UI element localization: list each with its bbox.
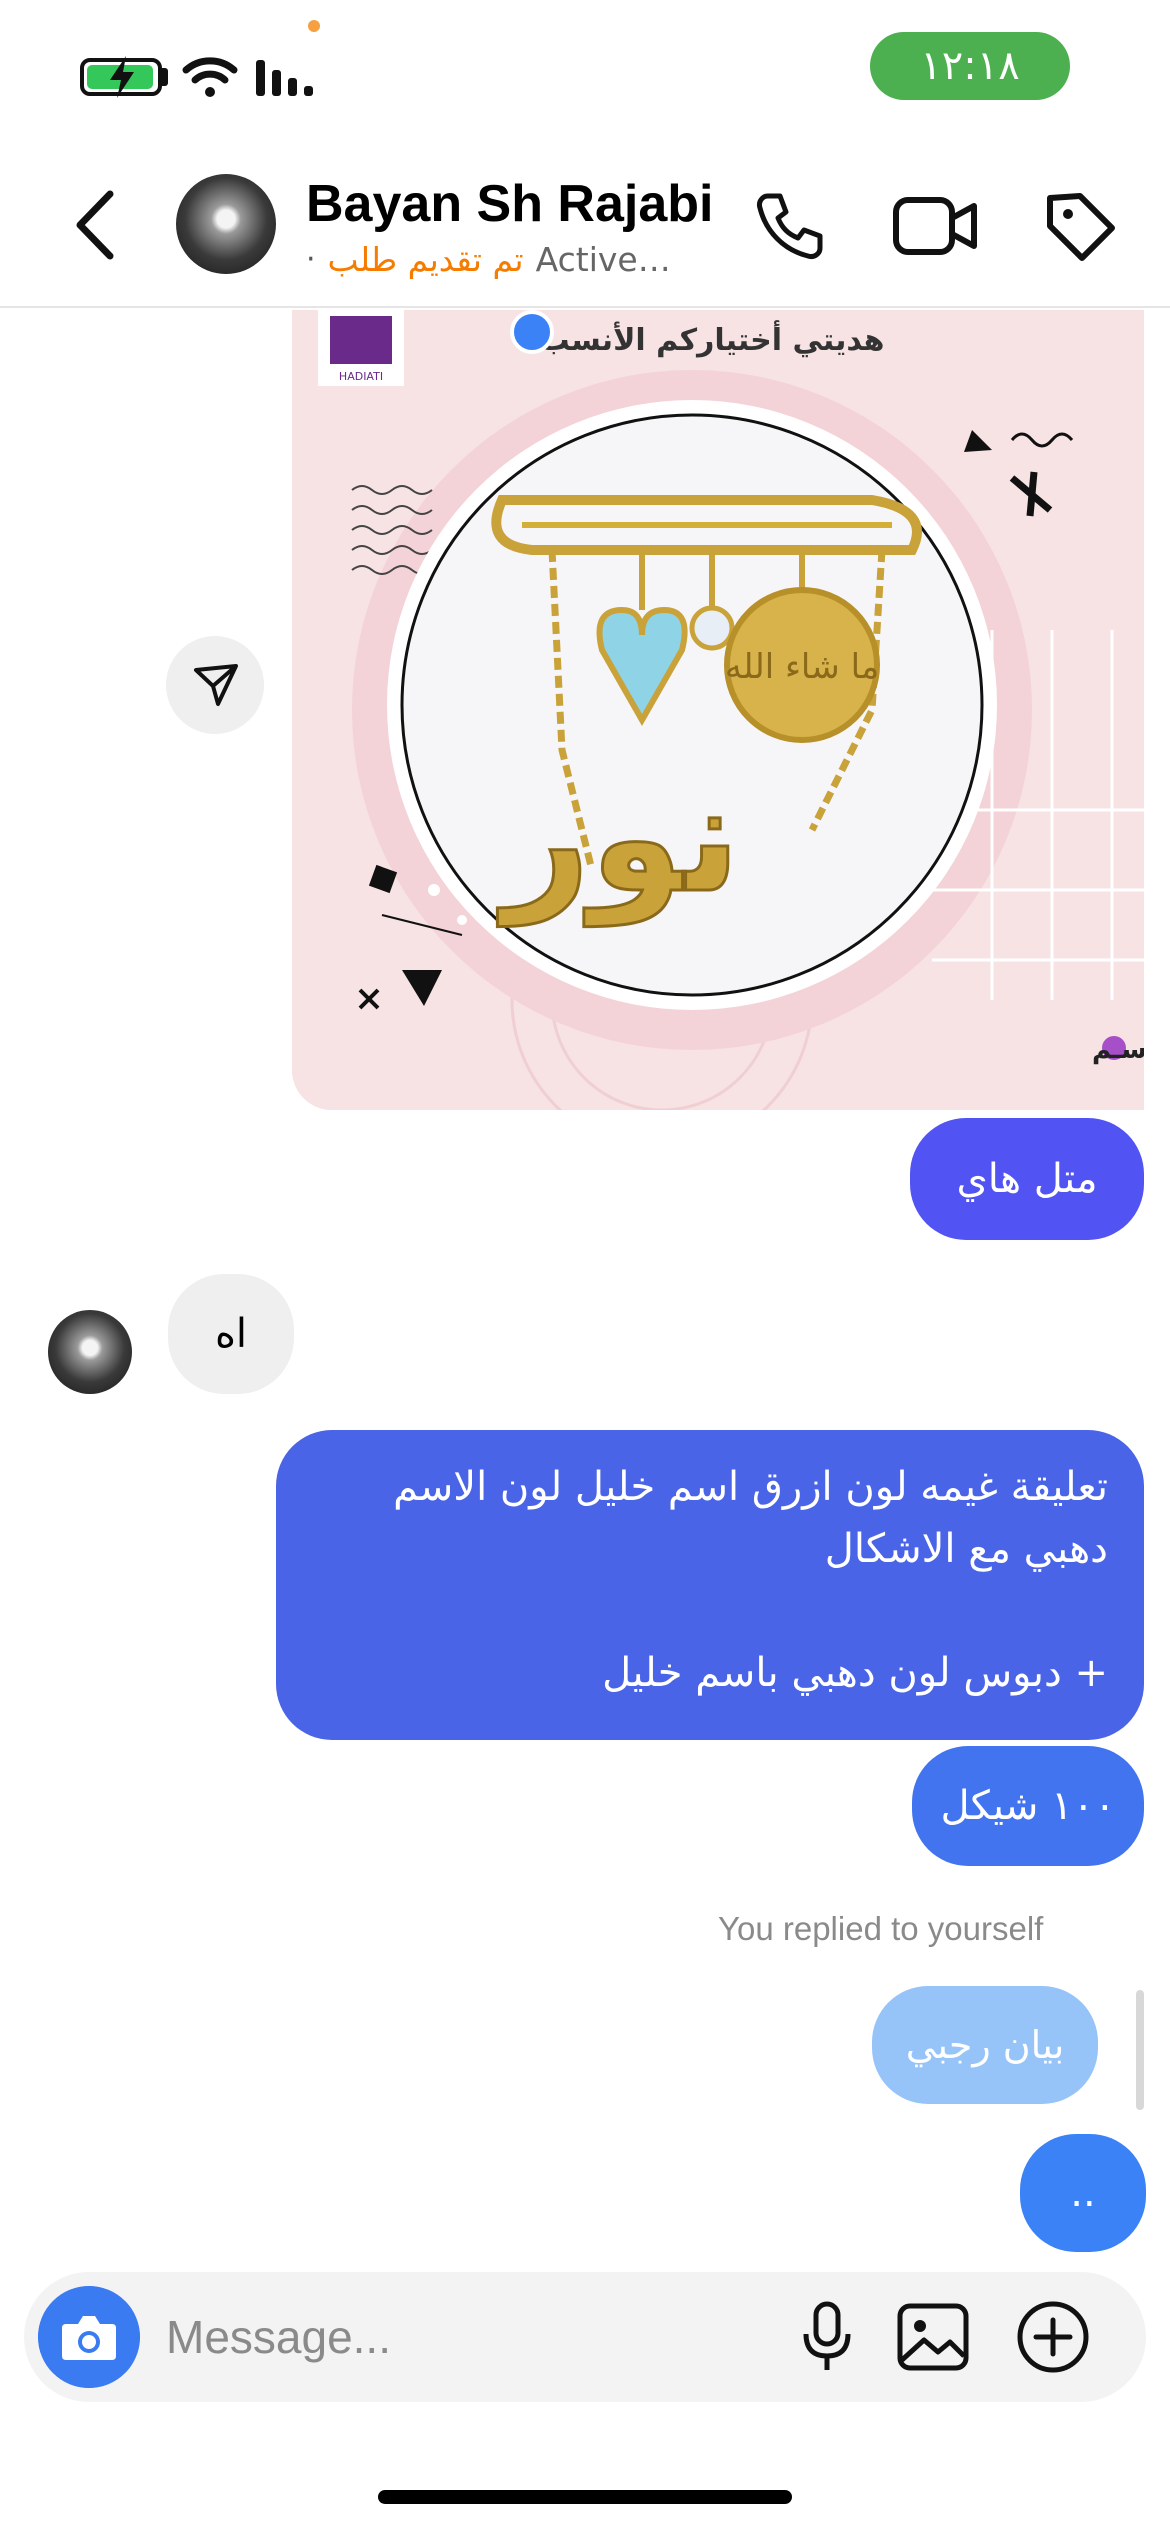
microphone-icon[interactable] xyxy=(788,2298,866,2376)
contact-status: · تم تقديم طلب Active… xyxy=(306,240,706,279)
quoted-reply-message[interactable]: بيان رجبي xyxy=(872,1986,1098,2104)
disc-charm-text: ما شاء الله xyxy=(725,647,879,687)
battery-cap xyxy=(162,68,168,86)
back-chevron-icon[interactable] xyxy=(60,180,140,270)
message-input[interactable] xyxy=(166,2292,766,2382)
outgoing-message[interactable]: ١٠٠ شيكل xyxy=(912,1746,1144,1866)
scrollbar[interactable] xyxy=(1136,1990,1144,2110)
active-status: Active… xyxy=(535,240,671,279)
status-bar: ١٢:١٨ xyxy=(0,0,1170,150)
name-charm-text: نور xyxy=(497,752,741,927)
product-caption: دبـوس بالاسـم xyxy=(1092,1035,1144,1065)
outgoing-message[interactable]: متل هاي xyxy=(910,1118,1144,1240)
tag-icon[interactable] xyxy=(1040,186,1120,266)
chat-header: Bayan Sh Rajabi · تم تقديم طلب Active… xyxy=(0,150,1170,308)
contact-avatar-small[interactable] xyxy=(48,1310,132,1394)
message-thread[interactable]: ما شاء الله نور هديتي أختياركم الأنسب HA… xyxy=(0,310,1170,2270)
camera-icon[interactable] xyxy=(38,2286,140,2388)
signal-icon xyxy=(256,60,313,96)
status-time[interactable]: ١٢:١٨ xyxy=(870,32,1070,100)
message-line: تعليقة غيمه لون ازرق اسم خليل لون الاسم xyxy=(393,1464,1108,1510)
outgoing-message[interactable]: .. xyxy=(1020,2134,1146,2252)
send-icon[interactable] xyxy=(166,636,264,734)
product-header-text: هديتي أختياركم الأنسب xyxy=(540,320,885,358)
charging-bolt-icon xyxy=(110,56,134,98)
plus-circle-icon[interactable] xyxy=(1014,2298,1092,2376)
brand-logo-text: HADIATI xyxy=(339,370,383,383)
message-line: دهبي مع الاشكال xyxy=(824,1526,1108,1572)
incoming-message[interactable]: اه xyxy=(168,1274,294,1394)
outgoing-message[interactable]: تعليقة غيمه لون ازرق اسم خليل لون الاسم … xyxy=(276,1430,1144,1740)
product-image-message[interactable]: ما شاء الله نور هديتي أختياركم الأنسب HA… xyxy=(292,310,1144,1110)
order-status-label: تم تقديم طلب xyxy=(327,240,524,279)
video-camera-icon[interactable] xyxy=(890,186,980,266)
product-photo: ما شاء الله نور هديتي أختياركم الأنسب HA… xyxy=(292,310,1144,1110)
privacy-indicator-dot xyxy=(308,20,320,32)
status-separator: · xyxy=(306,242,316,277)
phone-icon[interactable] xyxy=(750,186,830,266)
wifi-icon xyxy=(182,57,238,97)
home-indicator[interactable] xyxy=(378,2490,792,2504)
contact-avatar[interactable] xyxy=(176,174,276,274)
reply-context-label: You replied to yourself xyxy=(718,1910,1044,1947)
message-composer xyxy=(24,2272,1146,2402)
contact-name[interactable]: Bayan Sh Rajabi xyxy=(306,174,713,234)
image-icon[interactable] xyxy=(894,2298,972,2376)
message-line: + دبوس لون دهبي باسم خليل xyxy=(602,1650,1108,1696)
message-line-blank xyxy=(312,1580,1108,1642)
